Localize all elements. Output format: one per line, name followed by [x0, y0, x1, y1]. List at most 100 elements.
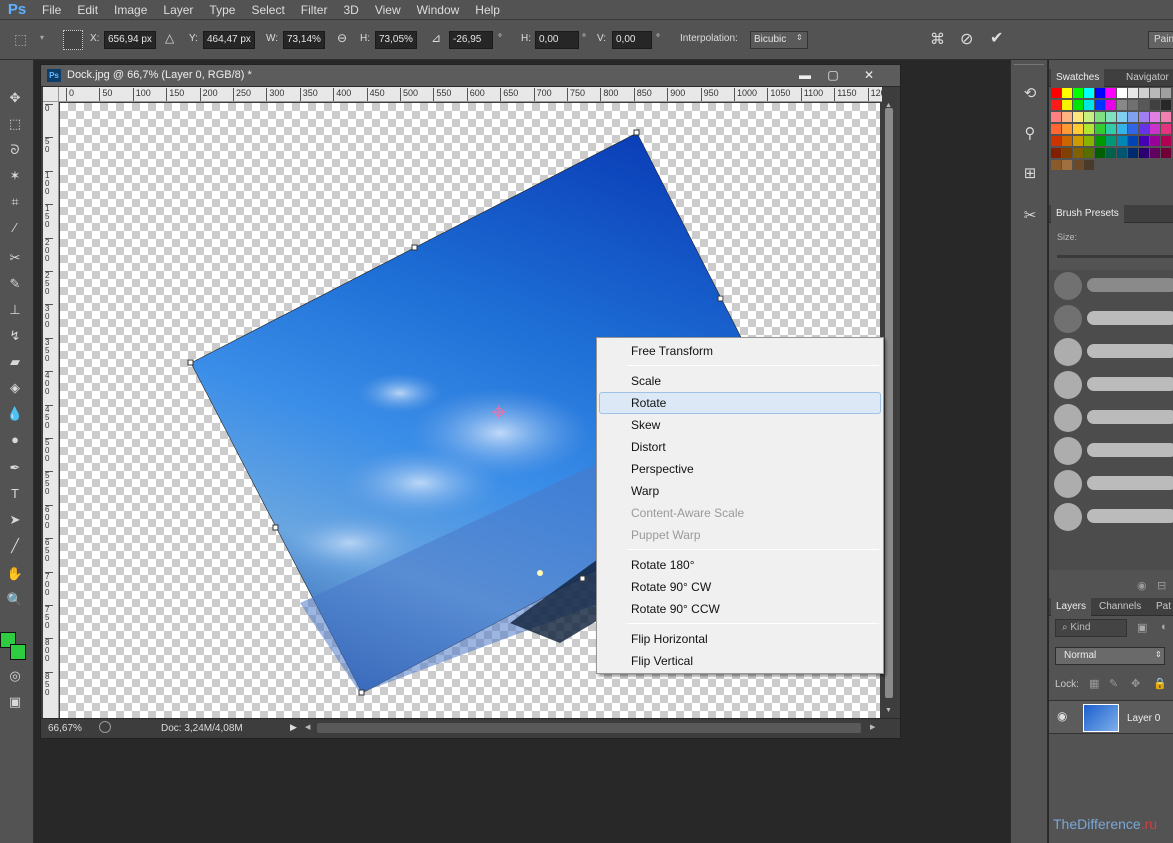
background-color-swatch[interactable]: [10, 644, 26, 660]
color-swatch[interactable]: [1161, 148, 1171, 158]
height-field[interactable]: 73,05%: [375, 31, 417, 49]
color-swatch[interactable]: [1095, 100, 1105, 110]
close-button[interactable]: ✕: [857, 67, 881, 84]
color-swatch[interactable]: [1062, 88, 1072, 98]
color-swatch[interactable]: [1051, 112, 1061, 122]
brush-preset-stroke[interactable]: [1087, 377, 1173, 391]
color-swatch[interactable]: [1084, 100, 1094, 110]
brush-panel-icon[interactable]: ⚲: [1020, 124, 1040, 144]
color-swatch[interactable]: [1128, 148, 1138, 158]
color-swatch[interactable]: [1095, 124, 1105, 134]
brush-preset-tip[interactable]: [1054, 272, 1082, 300]
color-swatch[interactable]: [1073, 112, 1083, 122]
tab-swatches[interactable]: Swatches: [1051, 69, 1105, 87]
color-swatch[interactable]: [1073, 88, 1083, 98]
layer-thumbnail[interactable]: [1083, 704, 1119, 732]
swatches-grid[interactable]: [1051, 88, 1173, 184]
color-swatch[interactable]: [1062, 100, 1072, 110]
dodge-tool-icon[interactable]: ●: [5, 430, 25, 450]
color-swatch[interactable]: [1139, 100, 1149, 110]
color-swatch[interactable]: [1128, 112, 1138, 122]
menu-3d[interactable]: 3D: [335, 3, 366, 17]
brush-preset-tip[interactable]: [1054, 305, 1082, 333]
status-info-icon[interactable]: [99, 721, 111, 733]
color-swatch[interactable]: [1139, 124, 1149, 134]
color-swatch[interactable]: [1139, 88, 1149, 98]
color-swatch[interactable]: [1150, 88, 1160, 98]
menu-view[interactable]: View: [367, 3, 409, 17]
color-swatch[interactable]: [1161, 100, 1171, 110]
color-swatch[interactable]: [1084, 124, 1094, 134]
color-swatch[interactable]: [1117, 88, 1127, 98]
scroll-left-arrow-icon[interactable]: ◀: [305, 723, 310, 731]
menu-help[interactable]: Help: [467, 3, 508, 17]
tab-channels[interactable]: Channels: [1094, 598, 1146, 616]
brush-preset-list[interactable]: [1049, 270, 1173, 570]
color-swatch[interactable]: [1117, 148, 1127, 158]
brush-preset-stroke[interactable]: [1087, 443, 1173, 457]
color-swatch[interactable]: [1062, 148, 1072, 158]
reference-point-icon[interactable]: [63, 30, 83, 50]
tab-brush-presets[interactable]: Brush Presets: [1051, 205, 1124, 223]
hand-tool-icon[interactable]: ✋: [5, 564, 25, 584]
color-swatch[interactable]: [1084, 148, 1094, 158]
layer-name[interactable]: Layer 0: [1127, 713, 1160, 724]
color-swatch[interactable]: [1106, 136, 1116, 146]
menu-image[interactable]: Image: [106, 3, 155, 17]
tab-navigator[interactable]: Navigator: [1121, 69, 1173, 87]
brush-preset-tip[interactable]: [1054, 404, 1082, 432]
eraser-tool-icon[interactable]: ▰: [5, 352, 25, 372]
menu-item-warp[interactable]: Warp: [599, 480, 881, 502]
paint-bucket-tool-icon[interactable]: ◈: [5, 378, 25, 398]
brush-preset-tip[interactable]: [1054, 437, 1082, 465]
brush-settings-icon[interactable]: ⊟: [1157, 579, 1166, 592]
tool-presets-panel-icon[interactable]: ✂: [1020, 206, 1040, 226]
transform-handle[interactable]: [633, 129, 640, 136]
y-position-field[interactable]: 464,47 px: [203, 31, 255, 49]
crop-tool-icon[interactable]: ⌗: [5, 192, 25, 212]
link-icon[interactable]: ⊖: [337, 31, 347, 45]
color-swatch[interactable]: [1051, 148, 1061, 158]
color-swatch[interactable]: [1073, 100, 1083, 110]
commit-transform-icon[interactable]: ✔: [990, 28, 1003, 48]
brush-preset-stroke[interactable]: [1087, 344, 1173, 358]
color-swatch[interactable]: [1161, 88, 1171, 98]
workspace-button[interactable]: Pain: [1148, 31, 1173, 49]
color-swatch[interactable]: [1106, 100, 1116, 110]
color-swatch[interactable]: [1051, 160, 1061, 170]
tab-layers[interactable]: Layers: [1051, 598, 1092, 616]
brush-preset-tip[interactable]: [1054, 470, 1082, 498]
color-swatch[interactable]: [1150, 124, 1160, 134]
color-swatch[interactable]: [1161, 124, 1171, 134]
color-swatch[interactable]: [1073, 136, 1083, 146]
color-swatch[interactable]: [1106, 124, 1116, 134]
brush-preset-stroke[interactable]: [1087, 509, 1173, 523]
menu-item-rotate-90-ccw[interactable]: Rotate 90° CCW: [599, 598, 881, 620]
color-swatch[interactable]: [1106, 148, 1116, 158]
menu-layer[interactable]: Layer: [155, 3, 201, 17]
color-swatch[interactable]: [1084, 160, 1094, 170]
x-position-field[interactable]: 656,94 px: [104, 31, 156, 49]
menu-edit[interactable]: Edit: [69, 3, 106, 17]
transform-handle[interactable]: [411, 244, 418, 251]
color-swatch[interactable]: [1106, 88, 1116, 98]
vertical-scroll-thumb[interactable]: [885, 108, 893, 698]
filter-adjustment-icon[interactable]: ◐: [1161, 621, 1168, 633]
brush-tool-icon[interactable]: ✎: [5, 274, 25, 294]
marquee-tool-icon[interactable]: ⬚: [5, 114, 25, 134]
menu-item-rotate-90-cw[interactable]: Rotate 90° CW: [599, 576, 881, 598]
magic-wand-tool-icon[interactable]: ✶: [5, 166, 25, 186]
horizontal-skew-field[interactable]: 0,00: [535, 31, 579, 49]
brush-preset-tip[interactable]: [1054, 338, 1082, 366]
brush-preset-tip[interactable]: [1054, 503, 1082, 531]
path-selection-tool-icon[interactable]: ➤: [5, 510, 25, 530]
color-swatch[interactable]: [1051, 88, 1061, 98]
color-swatch[interactable]: [1106, 112, 1116, 122]
history-panel-icon[interactable]: ⟲: [1020, 84, 1040, 104]
menu-item-scale[interactable]: Scale: [599, 370, 881, 392]
menu-type[interactable]: Type: [201, 3, 243, 17]
minimize-button[interactable]: ▬: [793, 67, 817, 84]
menu-select[interactable]: Select: [243, 3, 292, 17]
brush-preset-stroke[interactable]: [1087, 278, 1173, 292]
menu-file[interactable]: File: [34, 3, 69, 17]
